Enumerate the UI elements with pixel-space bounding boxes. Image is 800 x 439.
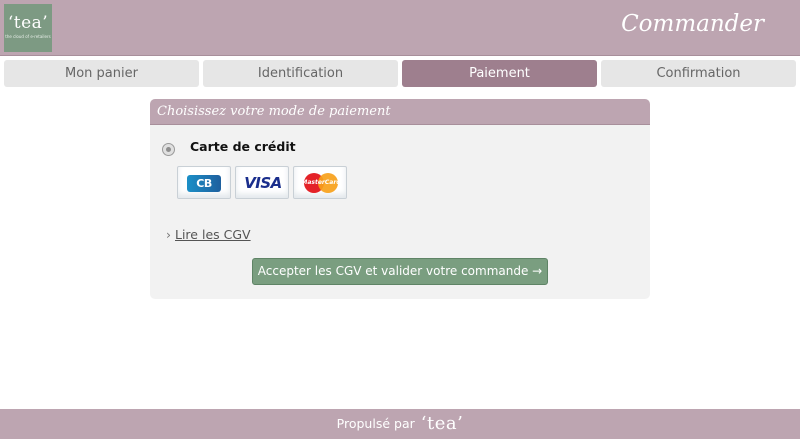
mastercard-card-logo: MasterCard [301,179,341,186]
step-mon-panier[interactable]: Mon panier [4,60,199,87]
read-cgv-link[interactable]: › Lire les CGV [166,227,251,242]
tea-logo[interactable]: ‘tea’ the cloud of e-retailers [4,4,52,52]
footer-powered-by: Propulsé par [336,416,415,431]
step-paiement[interactable]: Paiement [402,60,597,87]
credit-card-radio[interactable] [162,143,175,156]
logo-tagline: the cloud of e-retailers [5,34,51,39]
footer-tea-logo[interactable]: ‘tea’ [421,413,464,434]
step-confirmation[interactable]: Confirmation [601,60,796,87]
credit-card-label[interactable]: Carte de crédit [190,139,296,154]
page-title: Commander [621,11,764,37]
logo-text: ‘tea’ [7,13,49,33]
cb-card-icon[interactable]: CB [177,166,231,199]
chevron-right-icon: › [166,227,171,242]
header-bar: ‘tea’ the cloud of e-retailers Commander [0,0,800,56]
step-identification[interactable]: Identification [203,60,398,87]
accept-and-validate-button[interactable]: Accepter les CGV et valider votre comman… [252,258,548,285]
checkout-steps: Mon panier Identification Paiement Confi… [4,60,796,87]
checkout-page: ‘tea’ the cloud of e-retailers Commander… [0,0,800,439]
payment-panel-heading: Choisissez votre mode de paiement [150,99,650,125]
radio-selected-dot [166,147,171,152]
payment-panel: Choisissez votre mode de paiement Carte … [150,99,650,299]
visa-card-icon[interactable]: VISA [235,166,289,199]
read-cgv-link-text[interactable]: Lire les CGV [175,227,251,242]
visa-card-logo: VISA [244,174,282,192]
footer-bar: Propulsé par ‘tea’ [0,409,800,439]
cb-card-logo: CB [187,175,221,192]
mastercard-card-icon[interactable]: MasterCard [293,166,347,199]
